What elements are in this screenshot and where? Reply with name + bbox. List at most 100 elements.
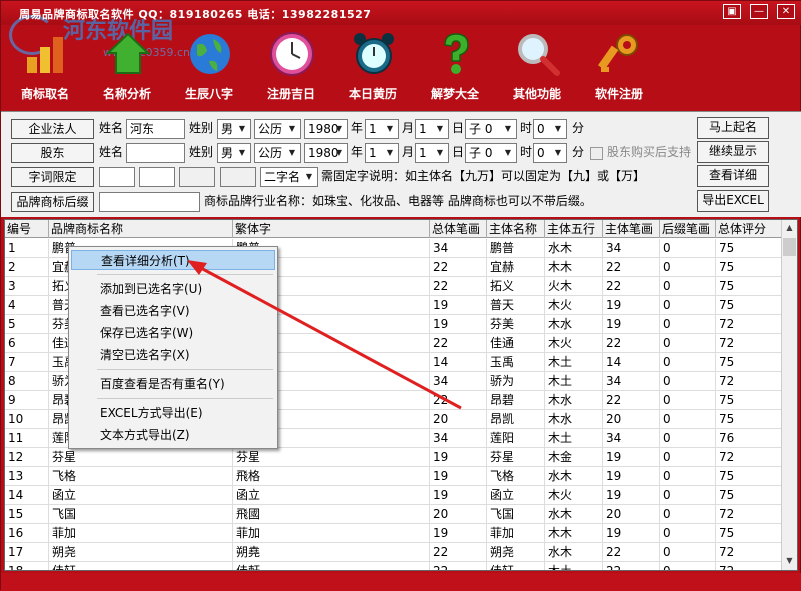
table-row[interactable]: 12 芬星 芬星 19 芬星 木金 19 0 72 — [5, 448, 783, 467]
calendar-select[interactable]: 公历 ▼ — [254, 143, 301, 163]
vertical-scrollbar[interactable]: ▲ ▼ — [781, 220, 797, 570]
day-select[interactable]: 1 ▼ — [415, 119, 449, 139]
generate-names-button[interactable]: 马上起名 — [697, 117, 769, 139]
scroll-thumb[interactable] — [783, 238, 796, 256]
table-cell: 菲加 — [233, 524, 430, 543]
table-cell: 木金 — [545, 448, 603, 467]
table-header: 编号 品牌商标名称 繁体字 总体笔画 主体名称 主体五行 主体笔画 后缀笔画 总… — [5, 220, 783, 238]
table-cell: 0 — [660, 524, 716, 543]
word-limit-button[interactable]: 字词限定 — [11, 167, 94, 187]
table-cell: 0 — [660, 429, 716, 448]
surname-input[interactable]: 河东 — [126, 119, 185, 139]
menu-item-baidu-check[interactable]: 百度查看是否有重名(Y) — [71, 374, 275, 394]
continue-display-button[interactable]: 继续显示 — [697, 141, 769, 163]
hour-select[interactable]: 子 0 ▼ — [465, 143, 517, 163]
table-cell: 0 — [660, 277, 716, 296]
table-cell: 菲加 — [49, 524, 233, 543]
table-cell: 木水 — [545, 391, 603, 410]
table-cell: 木火 — [545, 486, 603, 505]
fixed-char-input-4[interactable] — [220, 167, 256, 187]
table-cell: 22 — [430, 391, 487, 410]
shareholder-checkbox[interactable] — [590, 147, 603, 160]
month-select[interactable]: 1 ▼ — [365, 119, 399, 139]
table-row[interactable]: 14 函立 函立 19 函立 木火 19 0 75 — [5, 486, 783, 505]
table-cell: 72 — [716, 543, 783, 562]
fixed-char-input-3[interactable] — [179, 167, 215, 187]
month-select[interactable]: 1 ▼ — [365, 143, 399, 163]
toolbar-btn-almanac[interactable]: 本日黄历 — [333, 25, 413, 109]
hour-select[interactable]: 子 0 ▼ — [465, 119, 517, 139]
fixed-char-input-2[interactable] — [139, 167, 175, 187]
table-cell: 34 — [430, 372, 487, 391]
table-cell: 佳轩 — [487, 562, 545, 570]
legal-person-button[interactable]: 企业法人 — [11, 119, 94, 139]
table-cell: 水木 — [545, 543, 603, 562]
menu-item-view-detail[interactable]: 查看详细分析(T) — [71, 250, 275, 270]
table-cell: 木水 — [545, 315, 603, 334]
toolbar-label: 本日黄历 — [348, 87, 397, 101]
gender-select[interactable]: 男 ▼ — [217, 143, 251, 163]
column-header[interactable]: 品牌商标名称 — [49, 220, 233, 238]
year-select[interactable]: 1980 ▼ — [304, 119, 348, 139]
table-cell: 72 — [716, 372, 783, 391]
table-row[interactable]: 16 菲加 菲加 19 菲加 木木 19 0 75 — [5, 524, 783, 543]
calendar-select[interactable]: 公历 ▼ — [254, 119, 301, 139]
toolbar-btn-analysis[interactable]: 名称分析 — [87, 25, 167, 109]
brand-suffix-button[interactable]: 品牌商标后缀 — [11, 192, 94, 212]
chevron-down-icon: ▼ — [436, 124, 444, 133]
scroll-up-icon[interactable]: ▲ — [782, 220, 797, 236]
column-header[interactable]: 主体笔画 — [603, 220, 660, 238]
table-row[interactable]: 18 佳轩 佳軒 22 佳轩 木土 22 0 72 — [5, 562, 783, 570]
shareholder-button[interactable]: 股东 — [11, 143, 94, 163]
table-row[interactable]: 17 朔尧 朔堯 22 朔尧 水木 22 0 72 — [5, 543, 783, 562]
menu-item-add-selected[interactable]: 添加到已选名字(U) — [71, 279, 275, 299]
column-header[interactable]: 繁体字 — [233, 220, 430, 238]
toolbar-btn-naming[interactable]: 商标取名 — [5, 25, 85, 109]
view-detail-button[interactable]: 查看详细 — [697, 165, 769, 187]
chevron-down-icon: ▼ — [386, 124, 394, 133]
column-header[interactable]: 总体笔画 — [430, 220, 487, 238]
table-row[interactable]: 13 飞格 飛格 19 飞格 水木 19 0 75 — [5, 467, 783, 486]
menu-item-save-selected[interactable]: 保存已选名字(W) — [71, 323, 275, 343]
minimize-icon[interactable]: — — [750, 4, 768, 19]
column-header[interactable]: 主体五行 — [545, 220, 603, 238]
shareholder-surname-input[interactable] — [126, 143, 185, 163]
table-cell: 16 — [5, 524, 49, 543]
table-row[interactable]: 15 飞国 飛國 20 飞国 水木 20 0 72 — [5, 505, 783, 524]
menu-item-export-excel[interactable]: EXCEL方式导出(E) — [71, 403, 275, 423]
table-cell: 75 — [716, 239, 783, 258]
scroll-down-icon[interactable]: ▼ — [782, 553, 797, 569]
menu-item-export-text[interactable]: 文本方式导出(Z) — [71, 425, 275, 445]
year-select[interactable]: 1980 ▼ — [304, 143, 348, 163]
toolbar-btn-bazi[interactable]: 生辰八字 — [169, 25, 249, 109]
restore-icon[interactable]: ▣ — [723, 4, 741, 19]
brand-suffix-input[interactable] — [99, 192, 200, 212]
toolbar-btn-dreams[interactable]: 解梦大全 — [415, 25, 495, 109]
column-header[interactable]: 总体评分 — [716, 220, 783, 238]
minute-select[interactable]: 0 ▼ — [533, 119, 567, 139]
close-icon[interactable]: ✕ — [777, 4, 795, 19]
toolbar-btn-lucky-day[interactable]: 注册吉日 — [251, 25, 331, 109]
minute-select[interactable]: 0 ▼ — [533, 143, 567, 163]
gender-select[interactable]: 男 ▼ — [217, 119, 251, 139]
toolbar-btn-other[interactable]: 其他功能 — [497, 25, 577, 109]
day-select[interactable]: 1 ▼ — [415, 143, 449, 163]
table-cell: 4 — [5, 296, 49, 315]
table-cell: 22 — [430, 543, 487, 562]
magnifier-icon — [518, 34, 560, 76]
menu-item-clear-selected[interactable]: 清空已选名字(X) — [71, 345, 275, 365]
fixed-char-input-1[interactable] — [99, 167, 135, 187]
toolbar-label: 注册吉日 — [266, 87, 315, 101]
column-header[interactable]: 编号 — [5, 220, 49, 238]
question-mark-icon — [444, 33, 469, 74]
name-length-select[interactable]: 二字名 ▼ — [260, 167, 318, 187]
toolbar-btn-register[interactable]: 软件注册 — [579, 25, 659, 109]
export-excel-button[interactable]: 导出EXCEL — [697, 190, 769, 212]
column-header[interactable]: 后缀笔画 — [660, 220, 716, 238]
table-cell: 函立 — [49, 486, 233, 505]
table-cell: 昂碧 — [487, 391, 545, 410]
table-cell: 水木 — [545, 467, 603, 486]
table-cell: 17 — [5, 543, 49, 562]
menu-item-view-selected[interactable]: 查看已选名字(V) — [71, 301, 275, 321]
column-header[interactable]: 主体名称 — [487, 220, 545, 238]
